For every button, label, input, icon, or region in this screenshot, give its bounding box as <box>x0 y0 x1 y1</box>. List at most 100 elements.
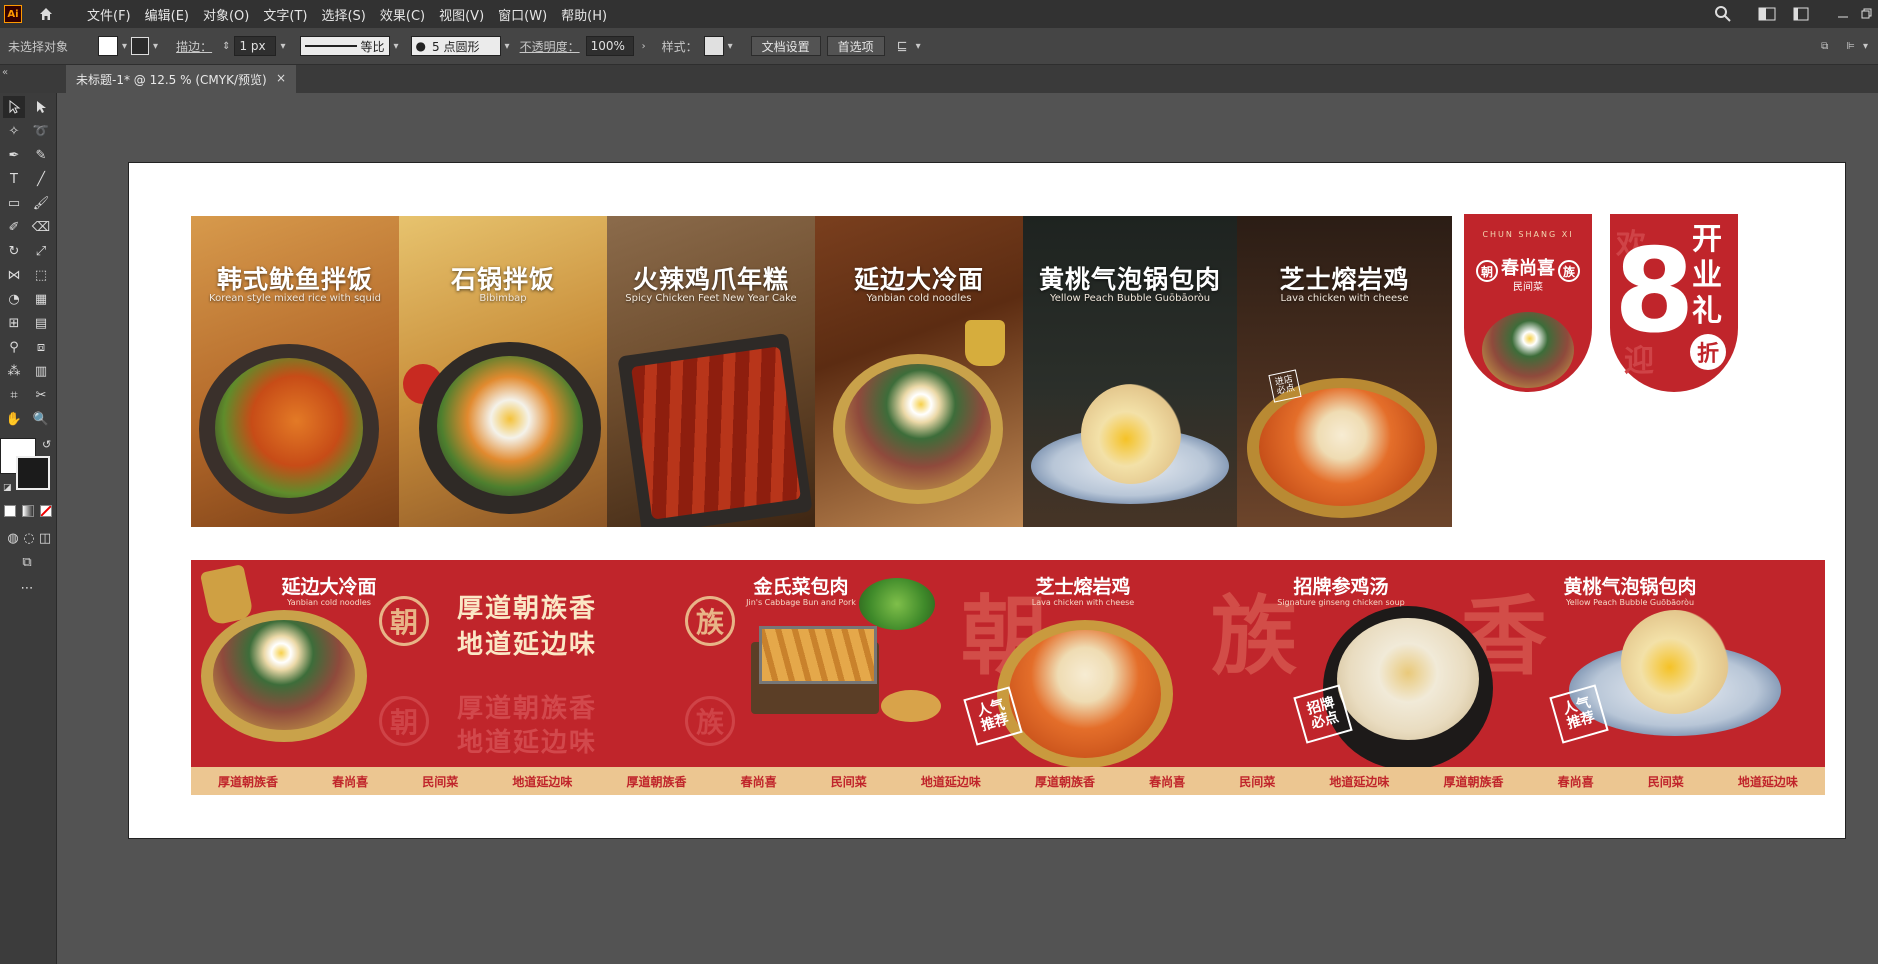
menu-view[interactable]: 视图(V) <box>432 5 491 24</box>
free-transform-tool-icon[interactable]: ⬚ <box>30 264 52 286</box>
stroke-weight-dropdown-icon[interactable]: ▾ <box>280 41 285 52</box>
shape-builder-tool-icon[interactable]: ◔ <box>3 288 25 310</box>
strip-brand-sub: 民间菜 <box>1647 774 1684 789</box>
banner-mark-right-ghost: 族 <box>685 696 735 746</box>
rectangle-tool-icon[interactable]: ▭ <box>3 192 25 214</box>
brand-flag[interactable]: CHUN SHANG XI 朝 春尚喜 民间菜 族 <box>1464 214 1592 392</box>
menu-object[interactable]: 对象(O) <box>196 5 256 24</box>
dish-panel-2[interactable]: 石锅拌饭 Bibimbap <box>399 216 607 527</box>
none-mode-icon[interactable] <box>40 505 52 517</box>
brand-mark-right: 族 <box>1558 260 1580 282</box>
stroke-label[interactable]: 描边： <box>176 38 212 55</box>
column-graph-tool-icon[interactable]: ▥ <box>30 360 52 382</box>
selection-tool-icon[interactable] <box>3 96 25 118</box>
scale-tool-icon[interactable]: ⤢ <box>30 240 52 262</box>
control-bar: 未选择对象 ▾ ▾ 描边： ⇕ 1 px ▾ 等比 ▾ ● 5 点圆形 ▾ 不透… <box>0 28 1878 65</box>
color-mode-icon[interactable] <box>4 505 16 517</box>
dish-panel-1[interactable]: 韩式鱿鱼拌饭 Korean style mixed rice with squi… <box>191 216 399 527</box>
stroke-weight-field[interactable]: 1 px <box>234 36 277 56</box>
paintbrush-tool-icon[interactable]: 🖌 <box>30 192 52 214</box>
width-tool-icon[interactable]: ⋈ <box>3 264 25 286</box>
menu-window[interactable]: 窗口(W) <box>491 5 554 24</box>
menu-edit[interactable]: 编辑(E) <box>138 5 196 24</box>
stroke-profile-field[interactable]: 等比 <box>299 36 390 56</box>
document-setup-button[interactable]: 文档设置 <box>750 36 821 56</box>
rotate-tool-icon[interactable]: ↻ <box>3 240 25 262</box>
dish-title: 延边大冷面 <box>853 265 984 294</box>
collapse-panel-icon[interactable]: « <box>2 67 8 78</box>
preferences-button[interactable]: 首选项 <box>826 36 885 56</box>
home-icon[interactable] <box>36 4 56 24</box>
gradient-tool-icon[interactable]: ▤ <box>30 312 52 334</box>
minimize-icon[interactable] <box>1832 3 1854 25</box>
fill-swatch[interactable] <box>98 36 119 56</box>
artboard-tool-icon[interactable]: ⌗ <box>3 384 25 406</box>
style-dropdown-icon[interactable]: ▾ <box>728 41 733 52</box>
shaper-tool-icon[interactable]: ✐ <box>3 216 25 238</box>
swap-colors-icon[interactable]: ↺ <box>42 438 51 451</box>
strip-slogan-1: 厚道朝族香 <box>1035 774 1096 789</box>
dish-panel-5[interactable]: 黄桃气泡锅包肉 Yellow Peach Bubble Guōbāoròu <box>1023 216 1237 527</box>
draw-inside-icon[interactable]: ◫ <box>34 527 56 549</box>
search-icon[interactable] <box>1712 3 1734 25</box>
dish-subtitle: Bibimbap <box>479 293 527 304</box>
line-tool-icon[interactable]: ╱ <box>30 168 52 190</box>
opacity-label[interactable]: 不透明度： <box>520 38 580 55</box>
menu-select[interactable]: 选择(S) <box>314 5 372 24</box>
menu-type[interactable]: 文字(T) <box>256 5 314 24</box>
default-colors-icon[interactable]: ◪ <box>3 483 12 493</box>
document-tab-title: 未标题-1* @ 12.5 % (CMYK/预览) <box>76 72 267 87</box>
hand-tool-icon[interactable]: ✋ <box>3 408 25 430</box>
blend-tool-icon[interactable]: ⧈ <box>30 336 52 358</box>
eyedropper-tool-icon[interactable]: ⚲ <box>3 336 25 358</box>
opacity-arrow-icon[interactable]: › <box>642 41 646 52</box>
symbol-sprayer-tool-icon[interactable]: ⁂ <box>3 360 25 382</box>
type-tool-icon[interactable]: T <box>3 168 25 190</box>
slice-tool-icon[interactable]: ✂ <box>30 384 52 406</box>
stroke-dropdown-icon[interactable]: ▾ <box>153 41 158 52</box>
zoom-tool-icon[interactable]: 🔍 <box>30 408 52 430</box>
strip-brand-sub: 民间菜 <box>422 774 459 789</box>
document-tab[interactable]: 未标题-1* @ 12.5 % (CMYK/预览) × <box>66 65 296 93</box>
mesh-tool-icon[interactable]: ⊞ <box>3 312 25 334</box>
stroke-stepper-icon[interactable]: ⇕ <box>222 41 230 52</box>
gradient-mode-icon[interactable] <box>22 505 34 517</box>
curvature-tool-icon[interactable]: ✎ <box>30 144 52 166</box>
menu-file[interactable]: 文件(F) <box>80 5 138 24</box>
fill-dropdown-icon[interactable]: ▾ <box>122 41 127 52</box>
align-icon[interactable]: ⊫ <box>1846 41 1855 52</box>
dish-panel-4[interactable]: 延边大冷面 Yanbian cold noodles <box>815 216 1023 527</box>
dish-panel-6[interactable]: 芝士熔岩鸡 Lava chicken with cheese 进店必点 <box>1237 216 1452 527</box>
dish-title: 石锅拌饭 <box>450 265 555 294</box>
menu-banner[interactable]: 朝 族 香 延边大冷面 Yanbian cold noodles 朝 厚道朝族香… <box>191 560 1825 795</box>
stroke-swatch[interactable] <box>131 37 150 55</box>
menu-effect[interactable]: 效果(C) <box>373 5 432 24</box>
dish-panel-3[interactable]: 火辣鸡爪年糕 Spicy Chicken Feet New Year Cake <box>607 216 815 527</box>
pen-tool-icon[interactable]: ✒ <box>3 144 25 166</box>
brush-field[interactable]: ● 5 点圆形 <box>410 36 501 56</box>
close-tab-icon[interactable]: × <box>276 71 286 85</box>
eraser-tool-icon[interactable]: ⌫ <box>30 216 52 238</box>
magic-wand-tool-icon[interactable]: ✧ <box>3 120 25 142</box>
panel-collapse-icon[interactable]: ⧉ <box>1821 41 1828 52</box>
menu-help[interactable]: 帮助(H) <box>554 5 614 24</box>
opacity-field[interactable]: 100% <box>585 36 634 56</box>
direct-selection-tool-icon[interactable] <box>30 96 52 118</box>
edit-toolbar-icon[interactable]: ⋯ <box>16 577 38 599</box>
restore-icon[interactable] <box>1856 3 1878 25</box>
perspective-grid-tool-icon[interactable]: ▦ <box>30 288 52 310</box>
arrange-dropdown-icon[interactable]: ▾ <box>916 41 921 52</box>
align-dropdown-icon[interactable]: ▾ <box>1863 41 1868 52</box>
panel-toggle-icon[interactable] <box>1790 3 1812 25</box>
screen-mode-icon[interactable]: ⧉ <box>16 551 38 573</box>
arrange-icon[interactable]: ⊑ <box>897 39 908 54</box>
style-swatch[interactable] <box>703 36 724 56</box>
stroke-profile-dropdown-icon[interactable]: ▾ <box>394 41 399 52</box>
brush-dropdown-icon[interactable]: ▾ <box>505 41 510 52</box>
banner-mark-left: 朝 <box>379 596 429 646</box>
opening-flag[interactable]: 欢 迎 8 开 业 礼 折 <box>1610 214 1738 392</box>
lasso-tool-icon[interactable]: ➰ <box>30 120 52 142</box>
stroke-color-swatch[interactable] <box>16 456 50 490</box>
strip-brand-sub: 民间菜 <box>830 774 867 789</box>
workspace-layout-icon[interactable] <box>1756 3 1778 25</box>
